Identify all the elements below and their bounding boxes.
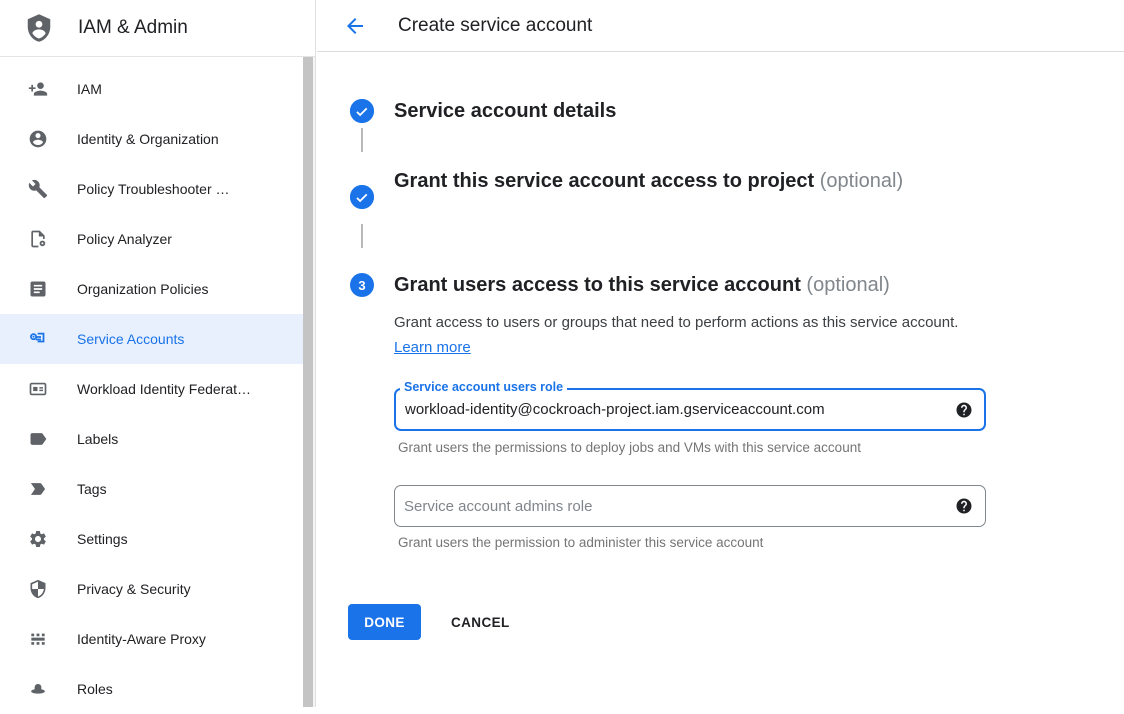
- sidebar-item-workload-identity-federat[interactable]: Workload Identity Federat…: [0, 364, 303, 414]
- page-title: Create service account: [398, 15, 592, 37]
- sidebar-item-service-accounts[interactable]: Service Accounts: [0, 314, 303, 364]
- sidebar-item-settings[interactable]: Settings: [0, 514, 303, 564]
- sidebar-item-identity-organization[interactable]: Identity & Organization: [0, 114, 303, 164]
- step-1-title: Service account details: [394, 100, 616, 122]
- sidebar-scrollbar-thumb[interactable]: [303, 57, 313, 707]
- step-3-heading: Grant users access to this service accou…: [394, 268, 1094, 302]
- sidebar-item-iam[interactable]: IAM: [0, 64, 303, 114]
- admins-role-field: [394, 485, 986, 527]
- sidebar-item-label: Service Accounts: [77, 331, 184, 347]
- account-circle-icon: [28, 129, 48, 149]
- sidebar-item-label: Labels: [77, 431, 118, 447]
- sidebar-item-label: Tags: [77, 481, 107, 497]
- proxy-icon: [28, 629, 48, 649]
- step-1-check-icon: [350, 99, 374, 123]
- sidebar-item-label: Roles: [77, 681, 113, 697]
- sidebar-item-identity-aware-proxy[interactable]: Identity-Aware Proxy: [0, 614, 303, 664]
- sidebar: IAM & Admin IAM Identity & Organization Po…: [0, 0, 316, 707]
- sidebar-item-organization-policies[interactable]: Organization Policies: [0, 264, 303, 314]
- main-panel: Create service account Service account d…: [317, 0, 1124, 707]
- step-3-number: 3: [358, 278, 365, 293]
- label-icon: [28, 429, 48, 449]
- sidebar-item-label: Identity-Aware Proxy: [77, 631, 206, 647]
- sidebar-item-label: Privacy & Security: [77, 581, 191, 597]
- help-icon[interactable]: [955, 401, 973, 419]
- help-icon[interactable]: [955, 497, 973, 515]
- sidebar-item-label: Identity & Organization: [77, 131, 219, 147]
- tag-arrow-icon: [28, 479, 48, 499]
- sidebar-item-policy-analyzer[interactable]: Policy Analyzer: [0, 214, 303, 264]
- step-connector: [361, 224, 363, 248]
- done-button[interactable]: DONE: [348, 604, 421, 640]
- article-icon: [28, 279, 48, 299]
- users-role-label: Service account users role: [400, 379, 567, 396]
- step-2-title: Grant this service account access to pro…: [394, 170, 814, 192]
- sidebar-item-label: Policy Analyzer: [77, 231, 172, 247]
- learn-more-link[interactable]: Learn more: [394, 339, 471, 356]
- sidebar-item-privacy-security[interactable]: Privacy & Security: [0, 564, 303, 614]
- sidebar-item-policy-troubleshooter[interactable]: Policy Troubleshooter …: [0, 164, 303, 214]
- cancel-button[interactable]: CANCEL: [435, 604, 526, 640]
- step-2-optional-label: (optional): [820, 170, 903, 192]
- step-3-title: Grant users access to this service accou…: [394, 274, 801, 296]
- step-2-heading: Grant this service account access to pro…: [394, 164, 906, 198]
- sidebar-item-label: Policy Troubleshooter …: [77, 181, 230, 197]
- create-service-account-form: Service account details Grant this servi…: [317, 52, 1124, 707]
- document-gear-icon: [28, 229, 48, 249]
- description-text: Grant access to users or groups that nee…: [394, 314, 958, 331]
- step-3-optional-label: (optional): [806, 274, 889, 296]
- sidebar-item-labels[interactable]: Labels: [0, 414, 303, 464]
- sidebar-item-label: Workload Identity Federat…: [77, 381, 251, 397]
- arrow-back-icon[interactable]: [343, 14, 367, 38]
- shield-half-icon: [28, 579, 48, 599]
- wrench-icon: [28, 179, 48, 199]
- users-role-field: Service account users role: [394, 388, 986, 431]
- sidebar-item-label: Settings: [77, 531, 128, 547]
- admins-role-input[interactable]: [394, 485, 986, 527]
- hat-icon: [28, 679, 48, 699]
- shield-person-icon: [24, 13, 54, 43]
- person-add-icon: [28, 79, 48, 99]
- page-header: Create service account: [317, 0, 1124, 52]
- step-connector: [361, 128, 363, 152]
- gear-icon: [28, 529, 48, 549]
- sidebar-item-label: Organization Policies: [77, 281, 209, 297]
- product-title: IAM & Admin: [78, 17, 188, 39]
- badge-card-icon: [28, 379, 48, 399]
- step-3-number-badge: 3: [350, 273, 374, 297]
- sidebar-item-label: IAM: [77, 81, 102, 97]
- step-2-check-icon: [350, 185, 374, 209]
- step-3-description: Grant access to users or groups that nee…: [394, 310, 964, 360]
- admins-role-helper: Grant users the permission to administer…: [398, 535, 763, 550]
- step-1-heading: Service account details: [394, 99, 616, 123]
- service-account-icon: [28, 329, 48, 349]
- sidebar-item-tags[interactable]: Tags: [0, 464, 303, 514]
- product-header: IAM & Admin: [0, 0, 315, 57]
- users-role-helper: Grant users the permissions to deploy jo…: [398, 440, 861, 455]
- sidebar-nav: IAM Identity & Organization Policy Trouble…: [0, 57, 303, 714]
